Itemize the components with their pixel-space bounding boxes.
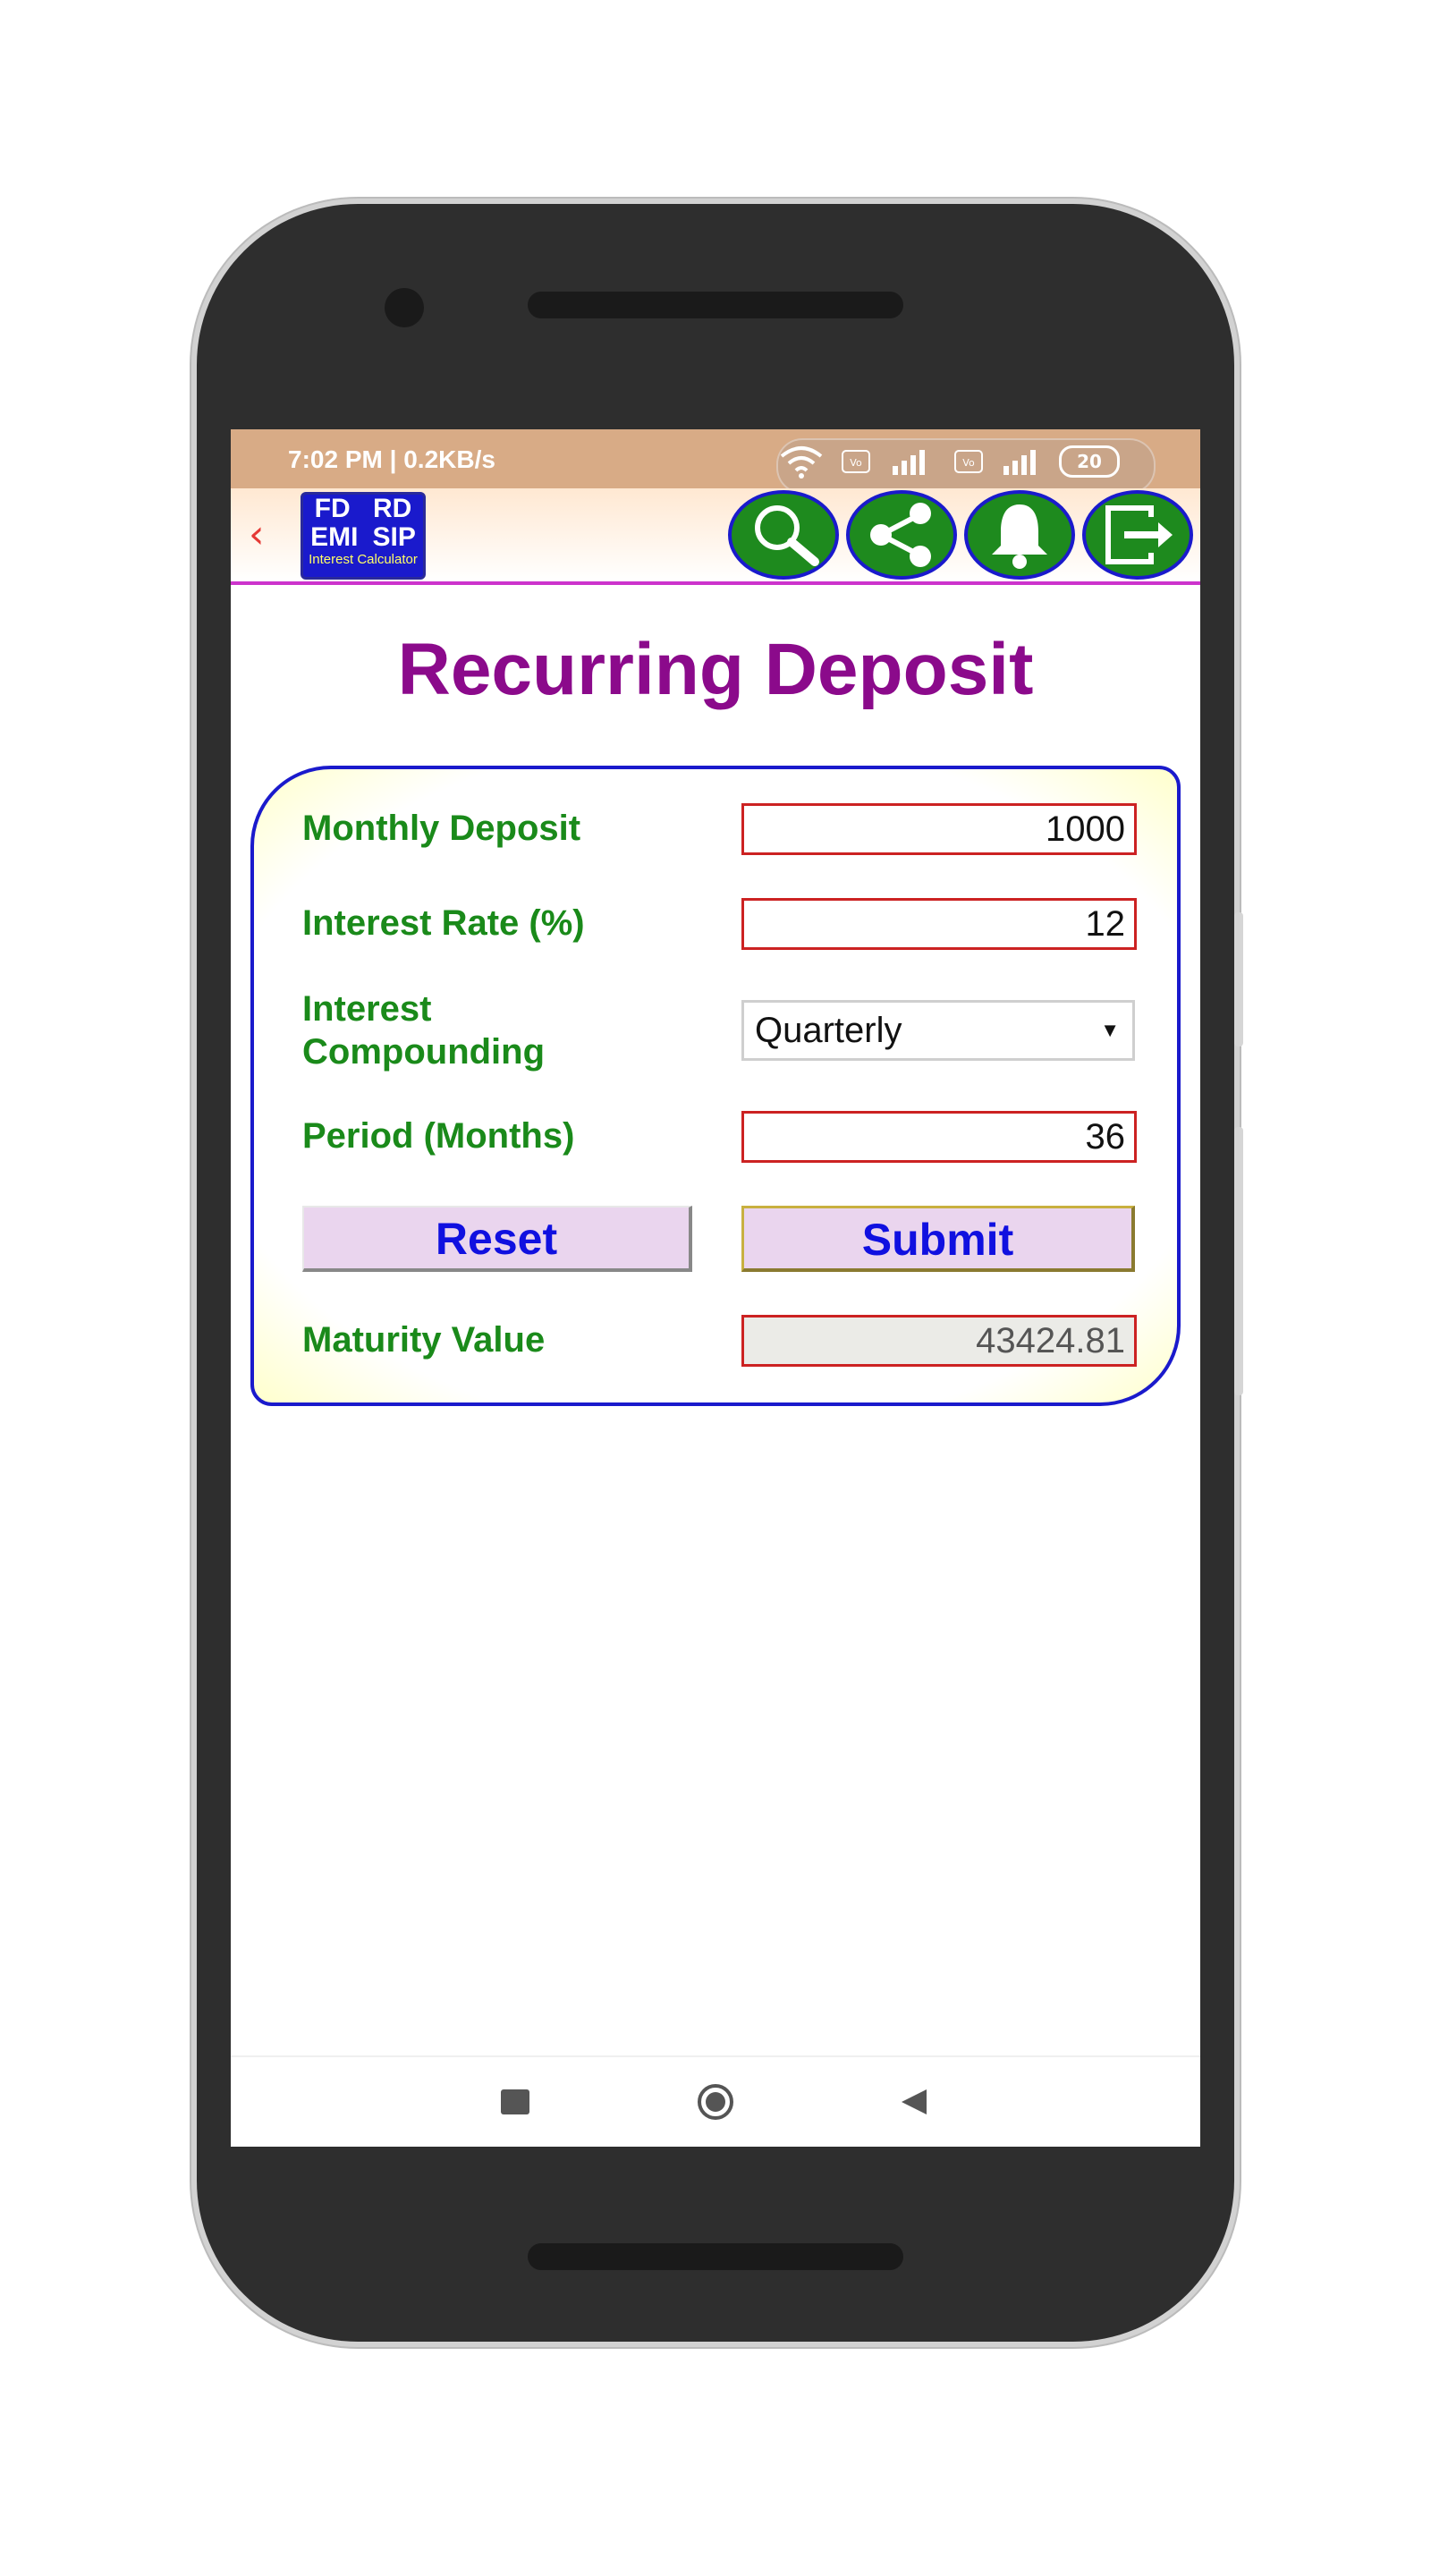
back-nav-icon[interactable]: [896, 2084, 932, 2120]
back-arrow-icon[interactable]: ‹: [249, 515, 288, 555]
recents-icon[interactable]: [497, 2084, 533, 2120]
monthly-deposit-input[interactable]: 1000: [741, 803, 1137, 855]
logo-sip: SIP: [372, 522, 416, 552]
screen: 7:02 PM | 0.2KB/s Vo Vo 20 ‹ FD RD EMI S…: [231, 429, 1200, 2147]
svg-text:Vo: Vo: [962, 457, 975, 469]
period-label: Period (Months): [302, 1116, 575, 1156]
status-bar: 7:02 PM | 0.2KB/s Vo Vo 20: [231, 429, 1200, 494]
logo-emi: EMI: [310, 522, 359, 552]
interest-compounding-value: Quarterly: [755, 1011, 902, 1050]
share-icon: [870, 503, 931, 567]
interest-rate-label: Interest Rate (%): [302, 903, 585, 943]
logo-subtitle: Interest Calculator: [309, 552, 418, 567]
bell-icon: [992, 504, 1047, 569]
app-bar: ‹ FD RD EMI SIP Interest Calculator: [231, 488, 1200, 585]
interest-compounding-label-line2: Compounding: [302, 1032, 546, 1072]
signal-icon: [893, 450, 925, 475]
signal-icon-2: [1003, 450, 1036, 475]
maturity-value-label: Maturity Value: [302, 1320, 546, 1360]
svg-text:Vo: Vo: [850, 457, 862, 469]
period-input[interactable]: 36: [741, 1111, 1137, 1163]
battery-icon: 20: [1059, 445, 1120, 478]
app-logo: FD RD EMI SIP Interest Calculator: [301, 492, 426, 580]
page-title: Recurring Deposit: [397, 629, 1034, 710]
interest-compounding-label-line1: Interest: [302, 989, 432, 1029]
status-time: 7:02 PM | 0.2KB/s: [288, 445, 495, 473]
interest-compounding-label: Interest Compounding: [302, 987, 545, 1073]
reset-button[interactable]: Reset: [302, 1206, 692, 1272]
home-icon[interactable]: [692, 2084, 739, 2120]
wifi-icon: [780, 446, 823, 479]
volte-icon: Vo: [842, 450, 870, 473]
search-button[interactable]: [728, 490, 839, 580]
earpiece-speaker: [528, 292, 903, 318]
front-camera: [385, 288, 424, 327]
bottom-speaker: [528, 2243, 903, 2270]
monthly-deposit-label: Monthly Deposit: [302, 809, 581, 848]
status-icons: Vo Vo 20: [778, 442, 1120, 481]
search-icon: [755, 505, 819, 566]
exit-icon: [1105, 505, 1173, 564]
submit-button[interactable]: Submit: [741, 1206, 1135, 1272]
dropdown-arrow-icon: ▼: [1100, 1019, 1120, 1041]
system-nav-bar: [231, 2055, 1200, 2147]
exit-button[interactable]: [1082, 490, 1193, 580]
logo-fd: FD: [314, 494, 351, 523]
notification-button[interactable]: [964, 490, 1075, 580]
volte-icon-2: Vo: [954, 450, 983, 473]
share-button[interactable]: [846, 490, 957, 580]
app-bar-actions: [728, 490, 1193, 580]
logo-rd: RD: [372, 494, 412, 523]
volume-button: [1234, 912, 1243, 1046]
interest-rate-input[interactable]: 12: [741, 898, 1137, 950]
calculator-panel: Monthly Deposit 1000 Interest Rate (%) 1…: [250, 766, 1181, 1406]
power-button: [1234, 1127, 1243, 1395]
interest-compounding-select[interactable]: Quarterly ▼: [741, 1000, 1135, 1061]
maturity-value-output: 43424.81: [741, 1315, 1137, 1367]
